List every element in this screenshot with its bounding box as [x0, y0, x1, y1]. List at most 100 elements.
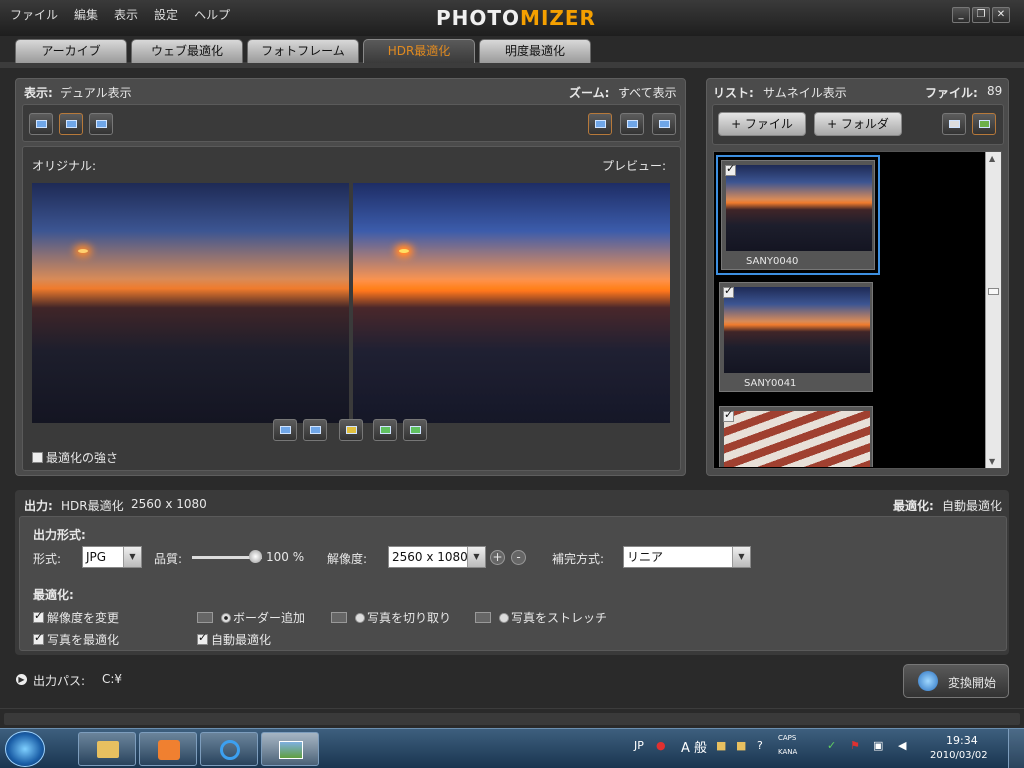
compare-view-button[interactable]	[89, 113, 113, 135]
single-view-button[interactable]	[29, 113, 53, 135]
clock-date[interactable]: 2010/03/02	[930, 750, 988, 761]
thumbnail-name: SANY0041	[744, 378, 797, 389]
warning-icon	[346, 426, 357, 434]
warning-button[interactable]	[339, 419, 363, 441]
tray-tool-icon[interactable]: ■	[716, 739, 726, 752]
show-desktop-button[interactable]	[1008, 729, 1024, 768]
border-option[interactable]: ボーダー追加	[197, 609, 305, 626]
tray-box-icon[interactable]: ■	[736, 739, 746, 752]
rotate-right-button[interactable]	[303, 419, 327, 441]
strength-label: 最適化の強さ	[46, 451, 119, 465]
previous-image-button[interactable]	[373, 419, 397, 441]
add-file-button[interactable]: + ファイル	[718, 112, 806, 136]
taskbar: JP ● A 般 ■ ■ ? CAPS KANA ✓ ⚑ ▣ ◀ 19:34 2…	[0, 728, 1024, 768]
resolution-minus-button[interactable]: -	[511, 550, 526, 565]
close-button[interactable]: ✕	[992, 7, 1010, 23]
menu-settings[interactable]: 設定	[154, 6, 178, 23]
zoom-actual-button[interactable]	[652, 113, 676, 135]
thumbnail-frame	[719, 406, 873, 467]
thumbnail-view-button[interactable]	[972, 113, 996, 135]
photo-optimize-checkbox[interactable]	[33, 631, 44, 645]
check-icon[interactable]: ✓	[827, 739, 836, 752]
add-folder-button[interactable]: + フォルダ	[814, 112, 902, 136]
tab-bar: アーカイブ ウェブ最適化 フォトフレーム HDR最適化 明度最適化	[15, 39, 591, 63]
image-icon	[979, 120, 990, 128]
tab-brightness-optimize[interactable]: 明度最適化	[479, 39, 591, 63]
thumbnail-scrollbar[interactable]: ▲ ▼	[985, 152, 1001, 468]
scroll-down-icon[interactable]: ▼	[989, 457, 995, 466]
flag-icon[interactable]: ⚑	[850, 739, 860, 752]
menu-edit[interactable]: 編集	[74, 6, 98, 23]
menu-view[interactable]: 表示	[114, 6, 138, 23]
ime-language[interactable]: JP	[634, 739, 644, 752]
zoom-width-icon	[627, 120, 638, 128]
output-path-value[interactable]: C:¥	[102, 672, 122, 686]
photo-optimize-option[interactable]: 写真を最適化	[33, 631, 119, 648]
ime-icon[interactable]: ●	[656, 739, 666, 752]
zoom-fit-button[interactable]	[588, 113, 612, 135]
list-label: リスト:	[713, 86, 754, 100]
menu-help[interactable]: ヘルプ	[194, 6, 230, 23]
resize-option[interactable]: 解像度を変更	[33, 609, 119, 626]
dual-view-button[interactable]	[59, 113, 83, 135]
scroll-up-icon[interactable]: ▲	[989, 154, 995, 163]
taskbar-media-player[interactable]	[139, 732, 197, 766]
arrow-left-icon	[380, 426, 391, 434]
thumbnail-item[interactable]: SANY0040	[716, 155, 880, 275]
view-toolbar	[22, 104, 681, 142]
taskbar-photomizer[interactable]	[261, 732, 319, 766]
network-icon[interactable]: ▣	[873, 739, 883, 752]
crop-radio[interactable]	[355, 613, 365, 623]
maximize-button[interactable]: ❐	[972, 7, 990, 23]
auto-optimize-checkbox[interactable]	[197, 631, 208, 645]
auto-optimize-label: 自動最適化	[211, 633, 272, 647]
tab-archive[interactable]: アーカイブ	[15, 39, 127, 63]
menu-bar: ファイル 編集 表示 設定 ヘルプ	[10, 6, 230, 23]
grid-view-button[interactable]	[942, 113, 966, 135]
ime-mode[interactable]: A 般	[681, 737, 707, 756]
resolution-label: 解像度:	[327, 552, 368, 566]
thumbnail-item[interactable]	[716, 403, 880, 467]
thumbnail-item[interactable]: SANY0041	[716, 279, 880, 399]
volume-icon[interactable]: ◀	[898, 739, 906, 752]
rotate-left-button[interactable]	[273, 419, 297, 441]
resolution-select[interactable]: 2560 x 1080 ▼	[388, 546, 486, 568]
status-progress	[4, 713, 1020, 725]
optimize-section-title: 最適化:	[33, 588, 74, 602]
tab-photo-frame[interactable]: フォトフレーム	[247, 39, 359, 63]
thumbnail-frame: SANY0041	[719, 282, 873, 392]
tab-hdr-optimize[interactable]: HDR最適化	[363, 39, 475, 63]
strength-toggle[interactable]: 最適化の強さ	[32, 449, 118, 466]
stretch-option[interactable]: 写真をストレッチ	[475, 609, 607, 626]
resolution-plus-button[interactable]: +	[490, 550, 505, 565]
output-path-arrow-icon[interactable]: ▶	[16, 674, 27, 685]
resize-checkbox[interactable]	[33, 609, 44, 623]
border-radio[interactable]	[221, 613, 231, 623]
windows-start-button[interactable]	[5, 731, 45, 767]
scrollbar-thumb[interactable]	[988, 288, 999, 295]
zoom-width-button[interactable]	[620, 113, 644, 135]
interpolation-select[interactable]: リニア ▼	[623, 546, 751, 568]
convert-icon	[918, 671, 938, 691]
auto-optimize-option[interactable]: 自動最適化	[197, 631, 271, 648]
minimize-button[interactable]: _	[952, 7, 970, 23]
stretch-radio[interactable]	[499, 613, 509, 623]
chevron-down-icon: ▼	[732, 547, 750, 567]
output-path-label: 出力パス:	[33, 674, 86, 688]
format-select[interactable]: JPG ▼	[82, 546, 142, 568]
quality-slider-thumb[interactable]	[249, 550, 262, 563]
clock-time[interactable]: 19:34	[946, 734, 978, 747]
start-convert-button[interactable]: 変換開始	[903, 664, 1009, 698]
strength-checkbox[interactable]	[32, 452, 43, 463]
menu-file[interactable]: ファイル	[10, 6, 58, 23]
help-icon[interactable]: ?	[757, 739, 763, 752]
taskbar-internet-explorer[interactable]	[200, 732, 258, 766]
tab-web-optimize[interactable]: ウェブ最適化	[131, 39, 243, 63]
taskbar-explorer[interactable]	[78, 732, 136, 766]
next-image-button[interactable]	[403, 419, 427, 441]
view-panel-header: 表示: デュアル表示 ズーム: すべて表示	[16, 79, 685, 103]
thumbnail-checkbox[interactable]	[725, 162, 736, 176]
thumbnail-checkbox[interactable]	[723, 284, 734, 298]
thumbnail-checkbox[interactable]	[723, 408, 734, 422]
crop-option[interactable]: 写真を切り取り	[331, 609, 451, 626]
